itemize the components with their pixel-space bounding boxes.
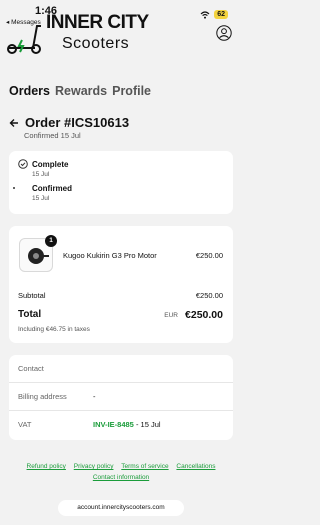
item-price: €250.00 (195, 251, 223, 260)
account-icon[interactable] (216, 25, 232, 41)
billing-value: - (93, 392, 96, 401)
contact-label: Contact (18, 364, 44, 373)
browser-url-bar[interactable]: account.innercityscooters.com (58, 500, 184, 516)
order-info-card: Contact Billing address - VAT INV-IE-848… (9, 355, 233, 440)
site-header: INNER CITY Scooters (0, 10, 242, 58)
vat-invoice-link[interactable]: INV-IE-8485 (93, 420, 134, 429)
total-value: €250.00 (185, 309, 223, 321)
billing-row: Billing address - (9, 383, 233, 411)
cancellations-link[interactable]: Cancellations (176, 463, 215, 470)
subtotal-label: Subtotal (18, 291, 46, 300)
timeline-step-title: Complete (32, 160, 69, 169)
brand-name: INNER CITY (46, 12, 149, 33)
privacy-policy-link[interactable]: Privacy policy (74, 463, 114, 470)
order-title: Order #ICS10613 (25, 115, 130, 130)
timeline-step-date: 15 Jul (32, 195, 50, 202)
scooter-logo-icon (7, 25, 41, 54)
item-name: Kugoo Kukirin G3 Pro Motor (63, 251, 157, 260)
total-label: Total (18, 309, 42, 320)
account-tabs: Orders Rewards Profile (9, 84, 151, 98)
order-items-card: 1 Kugoo Kukirin G3 Pro Motor €250.00 Sub… (9, 226, 233, 343)
contact-information-link[interactable]: Contact information (93, 474, 149, 481)
vat-label: VAT (18, 420, 32, 429)
total-currency: EUR (164, 312, 178, 319)
tab-profile[interactable]: Profile (112, 84, 151, 98)
back-arrow-icon[interactable] (9, 118, 19, 128)
timeline-step-title: Confirmed (32, 184, 72, 193)
brand-logo[interactable] (5, 16, 45, 61)
quantity-badge: 1 (45, 235, 57, 247)
vat-row: VAT INV-IE-8485 - 15 Jul (9, 411, 233, 439)
terms-of-service-link[interactable]: Terms of service (121, 463, 168, 470)
timeline-dot (13, 187, 15, 189)
subtotal-value: €250.00 (195, 291, 223, 300)
order-status-timeline: Complete 15 Jul Confirmed 15 Jul (9, 151, 233, 214)
billing-label: Billing address (18, 392, 67, 401)
tab-rewards[interactable]: Rewards (55, 84, 107, 98)
tab-orders[interactable]: Orders (9, 84, 50, 98)
refund-policy-link[interactable]: Refund policy (27, 463, 66, 470)
order-heading: Order #ICS10613 Confirmed 15 Jul (9, 115, 129, 140)
order-confirmed-date: Confirmed 15 Jul (24, 131, 81, 140)
check-circle-icon (18, 159, 28, 169)
contact-row: Contact (9, 355, 233, 383)
brand-subname: Scooters (62, 35, 130, 52)
vat-date: - 15 Jul (133, 420, 161, 429)
timeline-step-date: 15 Jul (32, 171, 50, 178)
footer-links: Refund policy Privacy policy Terms of se… (0, 461, 242, 483)
taxes-note: Including €46.75 in taxes (18, 326, 90, 333)
